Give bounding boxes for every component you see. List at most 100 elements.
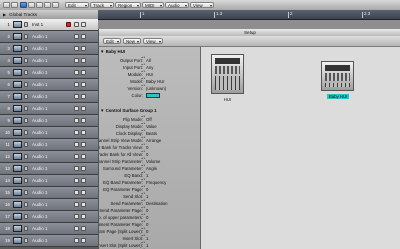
disclosure-triangle-icon[interactable]: ▶ <box>3 12 6 17</box>
track-name[interactable]: Audio 1 <box>32 46 48 51</box>
input-monitor-button[interactable] <box>81 202 86 207</box>
input-monitor-button[interactable] <box>81 238 86 243</box>
solo-button[interactable] <box>74 130 79 135</box>
group-section-header[interactable]: ▼ Control Surface Group 1 <box>100 108 157 113</box>
input-monitor-button[interactable] <box>81 58 86 63</box>
track-row[interactable]: 4 Audio 1 <box>0 55 98 67</box>
track-name[interactable]: Audio 1 <box>32 154 48 159</box>
window-button[interactable] <box>3 2 10 8</box>
track-row[interactable]: 3 Audio 1 <box>0 43 98 55</box>
track-row[interactable]: 19 Audio 1 <box>0 235 98 247</box>
input-monitor-button[interactable] <box>81 34 86 39</box>
baby-hui-device-icon[interactable] <box>321 61 354 91</box>
mute-button[interactable] <box>24 142 28 147</box>
track-row[interactable]: 9 Audio 1 <box>0 115 98 127</box>
input-monitor-button[interactable] <box>81 130 86 135</box>
solo-button[interactable] <box>74 22 79 27</box>
input-monitor-button[interactable] <box>81 214 86 219</box>
track-row[interactable]: 12 Audio 1 <box>0 151 98 163</box>
menu-view[interactable]: View ▾ <box>190 2 214 8</box>
solo-button[interactable] <box>74 82 79 87</box>
mute-button[interactable] <box>24 154 28 159</box>
track-name[interactable]: Audio 1 <box>32 82 48 87</box>
solo-button[interactable] <box>74 166 79 171</box>
solo-button[interactable] <box>74 214 79 219</box>
solo-button[interactable] <box>74 34 79 39</box>
baby-hui-device-label[interactable]: Baby HUI <box>327 94 350 99</box>
hui-device-label[interactable]: HUI <box>211 97 244 102</box>
input-monitor-button[interactable] <box>81 166 86 171</box>
input-monitor-button[interactable] <box>81 94 86 99</box>
param-value[interactable]: Value <box>141 123 157 130</box>
mute-button[interactable] <box>24 214 28 219</box>
menu-midi[interactable]: MIDI ▾ <box>142 2 164 8</box>
param-value[interactable]: 1 <box>140 193 148 200</box>
track-row[interactable]: 11 Audio 1 <box>0 139 98 151</box>
menu-audio[interactable]: Audio ▾ <box>165 2 189 8</box>
param-value[interactable]: 0 <box>140 151 148 158</box>
param-value[interactable]: All <box>141 57 151 64</box>
solo-button[interactable] <box>74 106 79 111</box>
mute-button[interactable] <box>24 22 28 27</box>
param-value[interactable]: 1 <box>140 172 148 179</box>
track-name[interactable]: Audio 1 <box>32 130 48 135</box>
input-monitor-button[interactable] <box>81 226 86 231</box>
track-row[interactable]: 10 Audio 1 <box>0 127 98 139</box>
track-name[interactable]: Audio 1 <box>32 34 48 39</box>
track-row[interactable]: 1 Inst 1 <box>0 19 98 31</box>
mute-button[interactable] <box>24 34 28 39</box>
mute-button[interactable] <box>24 190 28 195</box>
solo-button[interactable] <box>74 58 79 63</box>
mute-button[interactable] <box>24 106 28 111</box>
mute-button[interactable] <box>24 178 28 183</box>
track-row[interactable]: 13 Audio 1 <box>0 163 98 175</box>
hui-device-icon[interactable] <box>211 54 244 94</box>
param-value[interactable]: 0 <box>140 207 148 214</box>
tool-pointer[interactable] <box>36 2 43 8</box>
track-name[interactable]: Audio 1 <box>32 178 48 183</box>
record-enable-button[interactable] <box>66 22 71 27</box>
info-toggle[interactable] <box>20 2 27 8</box>
track-name[interactable]: Audio 1 <box>32 190 48 195</box>
mute-button[interactable] <box>24 202 28 207</box>
solo-button[interactable] <box>74 226 79 231</box>
mute-button[interactable] <box>24 82 28 87</box>
track-name[interactable]: Audio 1 <box>32 238 48 243</box>
color-swatch[interactable] <box>146 93 160 98</box>
track-row[interactable]: 8 Audio 1 <box>0 103 98 115</box>
param-value[interactable]: Frequency <box>141 179 166 186</box>
setup-menu-view[interactable]: View ▾ <box>143 38 163 44</box>
mute-button[interactable] <box>24 226 28 231</box>
param-value[interactable]: 0 <box>140 186 148 193</box>
param-value[interactable]: 1 <box>140 235 148 242</box>
track-row[interactable]: 18 Audio 1 <box>0 223 98 235</box>
track-name[interactable]: Audio 1 <box>32 70 48 75</box>
param-value[interactable]: Destination <box>141 200 167 207</box>
input-monitor-button[interactable] <box>81 22 86 27</box>
input-monitor-button[interactable] <box>81 70 86 75</box>
param-value[interactable]: Off <box>141 116 151 123</box>
param-value[interactable]: 0 <box>140 228 148 235</box>
toolbox-toggle[interactable] <box>28 2 35 8</box>
mute-button[interactable] <box>24 166 28 171</box>
menu-edit[interactable]: Edit ▾ <box>65 2 89 8</box>
solo-button[interactable] <box>74 178 79 183</box>
param-value[interactable]: Arrange <box>141 137 161 144</box>
param-value[interactable]: 1 <box>140 242 148 249</box>
track-row[interactable]: 17 Audio 1 <box>0 211 98 223</box>
mute-button[interactable] <box>24 94 28 99</box>
solo-button[interactable] <box>74 94 79 99</box>
track-name[interactable]: Audio 1 <box>32 214 48 219</box>
track-row[interactable]: 6 Audio 1 <box>0 79 98 91</box>
mute-button[interactable] <box>24 58 28 63</box>
input-monitor-button[interactable] <box>81 118 86 123</box>
solo-button[interactable] <box>74 142 79 147</box>
input-monitor-button[interactable] <box>81 190 86 195</box>
input-monitor-button[interactable] <box>81 178 86 183</box>
track-row[interactable]: 7 Audio 1 <box>0 91 98 103</box>
solo-button[interactable] <box>74 238 79 243</box>
track-row[interactable]: 2 Audio 1 <box>0 31 98 43</box>
mute-button[interactable] <box>24 70 28 75</box>
menu-region[interactable]: Region ▾ <box>115 2 141 8</box>
track-name[interactable]: Inst 1 <box>32 22 43 27</box>
